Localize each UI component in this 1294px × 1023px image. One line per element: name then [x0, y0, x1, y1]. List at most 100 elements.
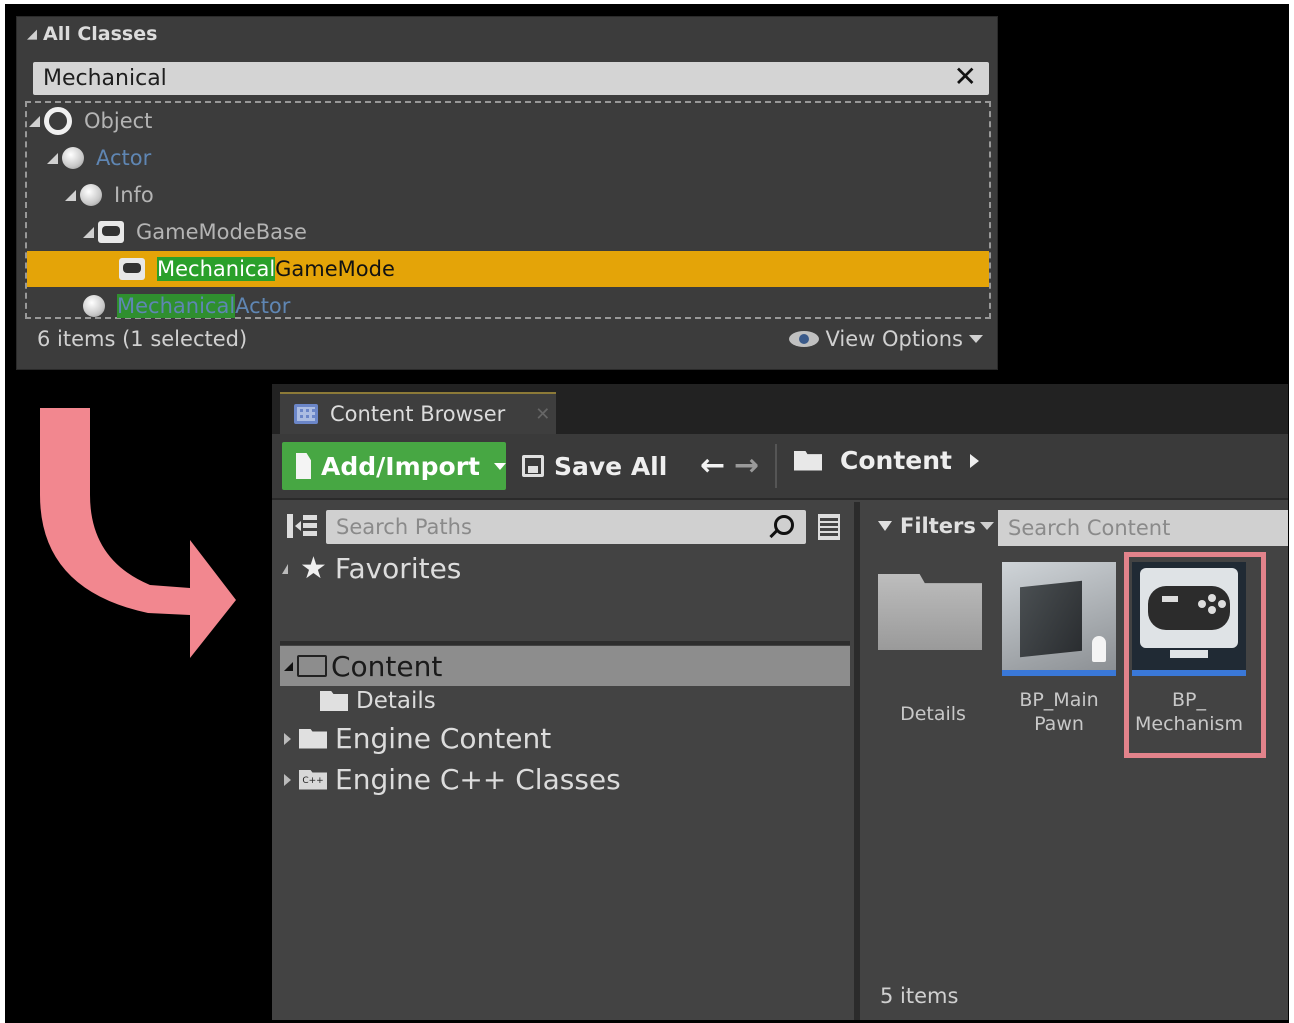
tree-row-object[interactable]: Object — [27, 103, 989, 139]
breadcrumb-arrow-icon[interactable] — [969, 453, 979, 468]
tab-close-icon[interactable]: ✕ — [535, 404, 550, 425]
callout-highlight-box — [1124, 552, 1266, 758]
gamemode-class-icon — [98, 221, 124, 243]
star-icon: ★ — [300, 550, 327, 586]
tree-label-actor: Actor — [96, 146, 152, 170]
dropdown-caret-icon — [979, 522, 994, 530]
favorites-label: Favorites — [334, 552, 462, 585]
class-count-status: 6 items (1 selected) — [37, 327, 248, 351]
asset-name-line1: BP_Main — [1019, 689, 1099, 711]
folder-tree-content[interactable]: Content — [280, 646, 850, 686]
expand-arrow-icon[interactable] — [284, 773, 291, 786]
class-search-value: Mechanical — [43, 66, 167, 91]
collapse-triangle-icon: ◢ — [27, 26, 37, 42]
new-document-icon — [296, 453, 312, 479]
tree-row-mechanical-gamemode[interactable]: Mechanical GameMode — [27, 251, 989, 287]
folder-tree-engine-cpp[interactable]: C++ Engine C++ Classes — [284, 763, 621, 796]
folder-details-label: Details — [356, 688, 436, 714]
folder-engine-content-label: Engine Content — [335, 722, 552, 755]
view-options-label: View Options — [825, 327, 963, 351]
tree-row-gamemodebase[interactable]: GameModeBase — [27, 214, 989, 250]
folder-engine-cpp-label: Engine C++ Classes — [335, 763, 621, 796]
search-icon — [774, 515, 794, 535]
add-import-button[interactable]: Add/Import — [282, 442, 506, 490]
expand-arrow-icon[interactable] — [47, 152, 58, 164]
search-content-input[interactable]: Search Content — [998, 510, 1288, 546]
asset-name-line2: Pawn — [1034, 713, 1084, 735]
expand-arrow-icon[interactable] — [282, 563, 288, 574]
actor-class-icon — [62, 147, 84, 169]
save-all-label: Save All — [554, 451, 668, 481]
toolbar-divider — [775, 444, 777, 488]
search-match-highlight: Mechanical — [117, 294, 236, 318]
expand-arrow-icon[interactable] — [29, 115, 40, 127]
asset-tile[interactable]: Details — [876, 562, 990, 726]
view-options-button[interactable]: View Options — [789, 327, 983, 351]
folder-tree-details[interactable]: Details — [320, 688, 436, 714]
info-class-icon — [80, 184, 102, 206]
folder-icon — [299, 728, 327, 749]
dropdown-caret-icon — [969, 335, 983, 343]
filters-button[interactable]: Filters — [878, 514, 994, 538]
search-content-placeholder: Search Content — [1008, 516, 1171, 540]
all-classes-label: All Classes — [43, 23, 158, 45]
all-classes-header[interactable]: ◢ All Classes — [27, 23, 157, 45]
favorites-section[interactable]: ★ Favorites — [282, 552, 461, 585]
asset-name: Details — [900, 703, 966, 725]
content-browser-icon — [294, 404, 318, 424]
folder-tree-engine-content[interactable]: Engine Content — [284, 722, 551, 755]
class-search-input[interactable]: Mechanical ✕ — [33, 62, 989, 95]
asset-count-status: 5 items — [880, 984, 959, 1008]
expand-arrow-icon[interactable] — [65, 189, 76, 201]
chess-pawn-icon — [1092, 636, 1106, 662]
folder-icon — [297, 655, 327, 677]
pawn-thumbnail — [1002, 562, 1116, 676]
collections-toggle-icon[interactable] — [818, 514, 840, 540]
save-icon — [522, 455, 544, 477]
forward-arrow-icon[interactable]: → — [734, 448, 759, 483]
expand-arrow-icon[interactable] — [284, 661, 293, 671]
asset-tile[interactable]: BP_Main Pawn — [1002, 562, 1116, 736]
tab-bar: Content Browser ✕ — [272, 384, 1288, 434]
search-paths-input[interactable]: Search Paths — [326, 510, 806, 544]
section-divider — [280, 641, 850, 645]
tab-content-browser[interactable]: Content Browser ✕ — [280, 392, 556, 434]
class-picker-panel: ◢ All Classes Mechanical ✕ Object Actor … — [16, 16, 998, 370]
sources-panel: Search Paths ★ Favorites Content Details… — [272, 502, 854, 1020]
clear-search-icon[interactable]: ✕ — [954, 62, 977, 92]
eye-icon — [789, 331, 820, 347]
tree-row-info[interactable]: Info — [27, 177, 989, 213]
actor-class-icon — [83, 295, 105, 317]
tree-label-gamemodebase: GameModeBase — [136, 220, 307, 244]
tree-row-mechanical-actor[interactable]: Mechanical Actor — [27, 288, 989, 324]
add-import-label: Add/Import — [321, 451, 480, 481]
tab-label: Content Browser — [330, 402, 506, 426]
folder-icon — [320, 691, 348, 711]
tree-row-actor[interactable]: Actor — [27, 140, 989, 176]
gamemode-class-icon — [119, 258, 145, 280]
tree-label-rest: GameMode — [275, 257, 395, 281]
back-arrow-icon[interactable]: ← — [700, 448, 725, 483]
filters-label: Filters — [900, 514, 976, 538]
expand-arrow-icon[interactable] — [83, 226, 94, 238]
breadcrumb-content[interactable]: Content — [840, 446, 952, 475]
curved-arrow-icon — [40, 408, 236, 658]
save-all-button[interactable]: Save All — [522, 446, 667, 486]
tree-label-object: Object — [84, 109, 153, 133]
expand-arrow-icon[interactable] — [284, 732, 291, 745]
folder-icon — [876, 562, 990, 676]
tree-label-info: Info — [114, 183, 154, 207]
path-view-toggle-icon[interactable] — [286, 512, 318, 540]
search-match-highlight: Mechanical — [157, 257, 276, 281]
filter-icon — [878, 521, 892, 531]
breadcrumb[interactable]: Content — [794, 446, 979, 475]
search-paths-placeholder: Search Paths — [336, 515, 472, 539]
dropdown-caret-icon — [494, 462, 506, 470]
open-folder-icon — [794, 450, 822, 471]
content-browser-toolbar: Add/Import Save All ← → Content — [272, 434, 1288, 500]
folder-content-label: Content — [331, 649, 443, 683]
object-class-icon — [44, 107, 72, 135]
cpp-folder-icon: C++ — [299, 769, 327, 790]
tree-label-rest: Actor — [235, 294, 291, 318]
class-tree: Object Actor Info GameModeBase Mechanica… — [25, 101, 991, 319]
